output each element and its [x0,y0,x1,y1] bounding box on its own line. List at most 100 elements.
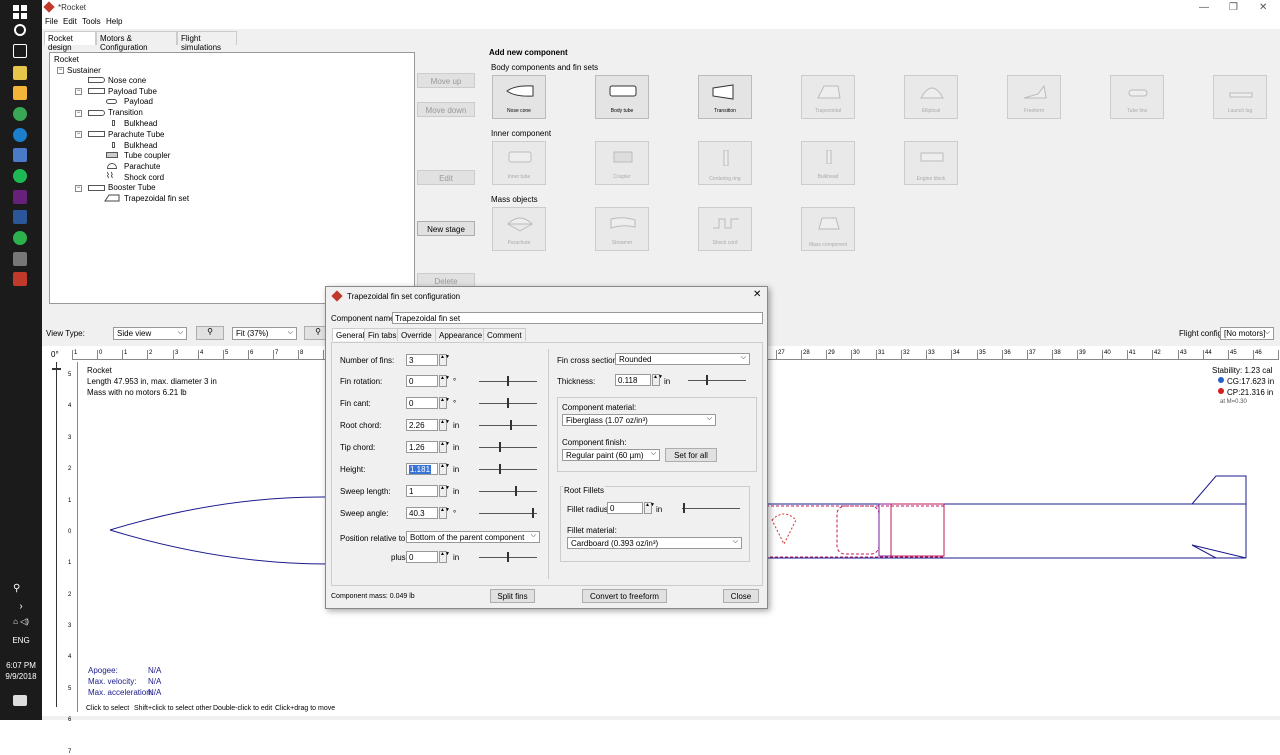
fin-rotation-spinner[interactable]: ▲▼ [439,375,450,387]
sweep-length-slider[interactable] [479,486,537,496]
split-fins-button[interactable]: Split fins [490,589,535,603]
root-chord-input[interactable]: 2.26 [406,419,438,431]
tab-flight-simulations[interactable]: Flight simulations [177,31,237,52]
task-view-icon[interactable] [13,44,27,58]
fillet-radius-input[interactable]: 0 [607,502,643,514]
height-spinner[interactable]: ▲▼ [439,463,450,475]
tree-item-parachute-tube[interactable]: Parachute Tube [108,130,164,139]
set-for-all-button[interactable]: Set for all [665,448,717,462]
height-input[interactable]: 1.181 [406,463,438,475]
cross-section-select[interactable]: Rounded ⌵ [615,353,750,365]
material-select[interactable]: Fiberglass (1.07 oz/in³) ⌵ [562,414,716,426]
mass-component-button[interactable]: Mass component [801,207,855,251]
new-stage-button[interactable]: New stage [417,221,475,236]
engine-block-button[interactable]: Engine block [904,141,958,185]
fin-cant-input[interactable]: 0 [406,397,438,409]
app-green-icon[interactable] [13,231,27,245]
sweep-angle-spinner[interactable]: ▲▼ [439,507,450,519]
tab-rocket-design[interactable]: Rocket design [44,31,96,52]
tab-motors-configuration[interactable]: Motors & Configuration [96,31,177,52]
position-relative-select[interactable]: Bottom of the parent component ⌵ [406,531,540,543]
transition-button[interactable]: Transition [698,75,752,119]
plus-slider[interactable] [479,552,537,562]
coupler-button[interactable]: Coupler [595,141,649,185]
fin-rotation-input[interactable]: 0 [406,375,438,387]
elliptical-fin-button[interactable]: Elliptical [904,75,958,119]
fin-cant-spinner[interactable]: ▲▼ [439,397,450,409]
view-type-select[interactable]: Side view ⌵ [113,327,187,340]
tree-item-sustainer[interactable]: Sustainer [67,66,101,75]
move-down-button[interactable]: Move down [417,102,475,117]
file-explorer-icon[interactable] [13,86,27,100]
bulkhead-button[interactable]: Bulkhead [801,141,855,185]
fillet-radius-slider[interactable] [682,503,740,513]
tab-comment[interactable]: Comment [483,328,526,341]
tip-chord-slider[interactable] [479,442,537,452]
parachute-button[interactable]: Parachute [492,207,546,251]
tree-item-payload[interactable]: Payload [124,97,153,106]
clock-date[interactable]: 9/9/2018 [0,672,42,681]
word-icon[interactable] [13,210,27,224]
flight-config-select[interactable]: [No motors] ⌵ [1220,327,1274,340]
language-indicator[interactable]: ENG [0,636,42,645]
height-slider[interactable] [479,464,537,474]
number-of-fins-input[interactable]: 3 [406,354,438,366]
tab-appearance[interactable]: Appearance [435,328,487,341]
fin-rotation-slider[interactable] [479,376,537,386]
steam-icon[interactable] [13,128,27,142]
spotify-icon[interactable] [13,169,27,183]
tab-general[interactable]: General [332,328,369,341]
streamer-button[interactable]: Streamer [595,207,649,251]
thickness-spinner[interactable]: ▲▼ [652,374,663,386]
number-of-fins-spinner[interactable]: ▲▼ [439,354,450,366]
nose-cone-button[interactable]: Nose cone [492,75,546,119]
root-chord-spinner[interactable]: ▲▼ [439,419,450,431]
openrocket-icon[interactable] [13,272,27,286]
centering-ring-button[interactable]: Centering ring [698,141,752,185]
visual-studio-icon[interactable] [13,190,27,204]
tree-toggle[interactable]: − [57,67,64,74]
menu-file[interactable]: File [45,17,58,26]
body-tube-button[interactable]: Body tube [595,75,649,119]
zoom-select[interactable]: Fit (37%) ⌵ [232,327,297,340]
finish-select[interactable]: Regular paint (60 µm) ⌵ [562,449,660,461]
tree-item-rocket[interactable]: Rocket [54,55,79,64]
zoom-in-button[interactable]: ⚲ [196,326,224,340]
component-name-input[interactable]: Trapezoidal fin set [392,312,763,324]
inner-tube-button[interactable]: Inner tube [492,141,546,185]
tree-item-bulkhead-2[interactable]: Bulkhead [124,141,157,150]
app-icon[interactable] [13,148,27,162]
move-up-button[interactable]: Move up [417,73,475,88]
tube-fins-button[interactable]: Tube fins [1110,75,1164,119]
tree-item-nose-cone[interactable]: Nose cone [108,76,146,85]
chrome-icon[interactable] [13,107,27,121]
dialog-close-icon[interactable]: ✕ [753,289,761,300]
tree-item-transition[interactable]: Transition [108,108,143,117]
tree-item-tube-coupler[interactable]: Tube coupler [124,151,170,160]
app-gray-icon[interactable] [13,252,27,266]
root-chord-slider[interactable] [479,420,537,430]
thickness-input[interactable]: 0.118 [615,374,651,386]
fillet-material-select[interactable]: Cardboard (0.393 oz/in³) ⌵ [567,537,742,549]
minimize-icon[interactable]: — [1199,2,1209,13]
fillet-radius-spinner[interactable]: ▲▼ [644,502,655,514]
windows-start-icon[interactable] [13,5,27,19]
component-tree[interactable]: Rocket − Sustainer Nose cone − Payload T… [49,52,415,304]
menu-tools[interactable]: Tools [82,17,101,26]
restore-icon[interactable]: ❐ [1229,2,1238,13]
trapezoidal-fin-button[interactable]: Trapezoidal [801,75,855,119]
notification-icon[interactable] [13,695,27,706]
sweep-length-spinner[interactable]: ▲▼ [439,485,450,497]
tree-toggle[interactable]: − [75,131,82,138]
tree-toggle[interactable]: − [75,110,82,117]
store-icon[interactable] [13,66,27,80]
tree-item-booster-tube[interactable]: Booster Tube [108,183,156,192]
tree-toggle[interactable]: − [75,185,82,192]
shock-cord-button[interactable]: Shock cord [698,207,752,251]
tree-item-payload-tube[interactable]: Payload Tube [108,87,157,96]
edit-button[interactable]: Edit [417,170,475,185]
launch-lug-button[interactable]: Launch lug [1213,75,1267,119]
tab-fin-tabs[interactable]: Fin tabs [364,328,401,341]
close-icon[interactable]: ✕ [1259,2,1267,13]
tree-toggle[interactable]: − [75,88,82,95]
